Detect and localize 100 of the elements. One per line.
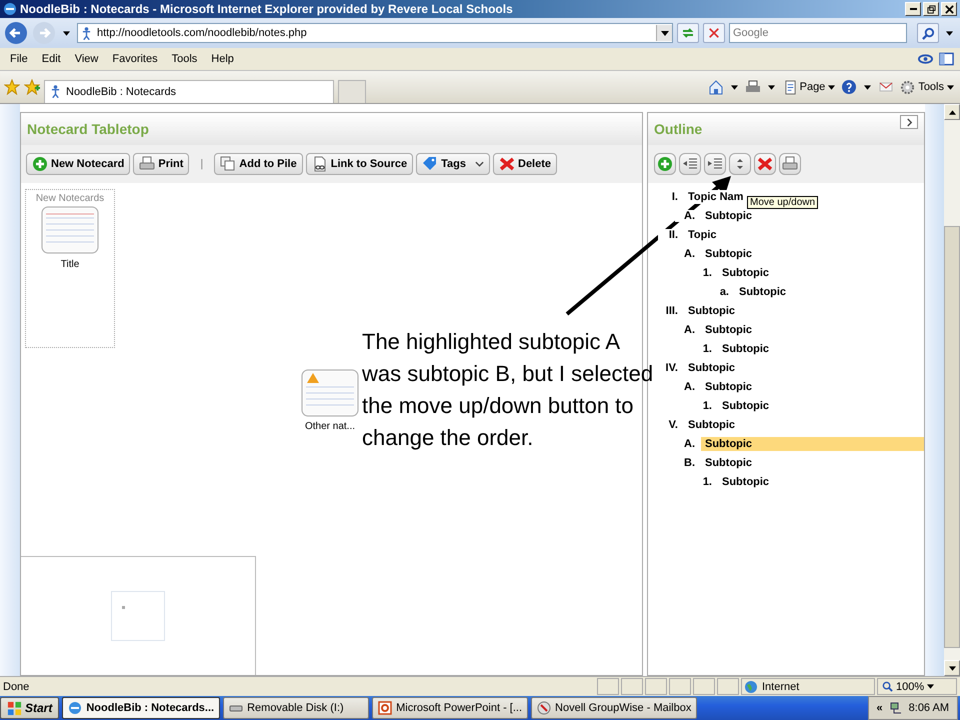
tags-button[interactable]: Tags <box>416 153 490 175</box>
plus-icon <box>657 156 673 172</box>
notecard-pile[interactable]: New Notecards Title <box>25 189 115 348</box>
scroll-up-button[interactable] <box>944 104 960 120</box>
scrollbar[interactable] <box>944 104 960 676</box>
start-button[interactable]: Start <box>0 697 60 719</box>
minimize-button[interactable] <box>905 2 921 16</box>
add-button[interactable] <box>654 153 676 175</box>
page-menu[interactable]: Page <box>782 80 838 94</box>
close-icon <box>944 4 954 14</box>
tray-toggle[interactable]: « <box>876 702 883 714</box>
taskbar-button[interactable]: NoodleBib : Notecards... <box>62 697 220 719</box>
card-title: Other nat... <box>304 421 356 432</box>
restore-icon <box>926 4 936 14</box>
tooltip: Move up/down <box>747 196 818 209</box>
print-button[interactable] <box>779 153 801 175</box>
link-button[interactable]: Link to Source <box>306 153 414 175</box>
back-button[interactable] <box>4 21 28 45</box>
plus-icon <box>32 156 48 172</box>
new-button[interactable]: New Notecard <box>26 153 130 175</box>
address-field[interactable]: http://noodletools.com/noodlebib/notes.php <box>77 23 673 43</box>
thumbnail <box>111 591 165 641</box>
gear-icon <box>900 80 916 94</box>
pile-label: New Notecards <box>36 193 104 204</box>
slides-icon <box>378 701 392 715</box>
add-star-icon[interactable] <box>24 79 40 95</box>
tag-icon <box>422 156 438 172</box>
refresh-button[interactable] <box>677 23 699 43</box>
browser-tab[interactable]: NoodleBib : Notecards <box>44 80 334 102</box>
caret-icon[interactable] <box>946 30 953 36</box>
taskbar-button[interactable]: Microsoft PowerPoint - [... <box>372 697 528 719</box>
panel-title: Outline <box>654 121 702 137</box>
caret-icon[interactable] <box>864 84 872 90</box>
taskbar-button[interactable]: Novell GroupWise - Mailbox <box>531 697 698 719</box>
close-icon <box>708 27 720 39</box>
delete-button[interactable]: Delete <box>493 153 558 175</box>
up-arrow-icon <box>948 110 956 114</box>
eye-icon[interactable] <box>918 52 933 66</box>
card-title: Title <box>60 259 80 270</box>
network-icon[interactable] <box>888 701 903 715</box>
close-button[interactable] <box>941 2 957 16</box>
scroll-down-button[interactable] <box>944 660 960 676</box>
taskbar-button[interactable]: Removable Disk (I:) <box>223 697 370 719</box>
caret-icon[interactable] <box>63 30 70 36</box>
security-zone: Internet <box>741 678 875 695</box>
panel-title: Notecard Tabletop <box>27 121 149 137</box>
menu-item[interactable]: Favorites <box>105 53 165 65</box>
star-icon[interactable] <box>4 79 20 95</box>
stop-button[interactable] <box>703 23 725 43</box>
clock: 8:06 AM <box>908 702 949 714</box>
figure-icon <box>51 85 60 98</box>
minimize-icon <box>910 8 916 10</box>
dropdown-button[interactable] <box>656 25 672 41</box>
caret-icon <box>927 684 934 689</box>
mail-app-icon <box>537 701 552 715</box>
menu-item[interactable]: File <box>3 53 35 65</box>
print-button[interactable]: Print <box>133 153 190 175</box>
scroll-thumb[interactable] <box>944 226 960 648</box>
window-title: NoodleBib : Notecards - Microsoft Internet Explorer provided by Revere Local Schools <box>20 2 513 16</box>
separator: | <box>199 158 204 170</box>
delete-icon <box>757 156 773 172</box>
browser-icon <box>68 701 82 715</box>
browser-icon <box>3 2 17 16</box>
tools-menu[interactable]: Tools <box>898 80 956 94</box>
search-field[interactable]: Google <box>729 23 907 43</box>
status-text: Done <box>3 680 30 692</box>
printer-icon <box>782 156 798 172</box>
restore-button[interactable] <box>923 2 939 16</box>
caret-icon[interactable] <box>730 84 738 90</box>
document-link-icon <box>312 156 328 172</box>
outdent-button[interactable] <box>679 153 701 175</box>
indent-button[interactable] <box>704 153 726 175</box>
printer-icon[interactable] <box>744 79 761 95</box>
home-icon[interactable] <box>708 79 724 95</box>
menu-item[interactable]: Tools <box>164 53 204 65</box>
printer-icon <box>139 156 156 172</box>
zoom-button[interactable]: 100% <box>877 678 957 695</box>
page-icon <box>784 80 797 94</box>
menu-item[interactable]: Edit <box>34 53 68 65</box>
delete-button[interactable] <box>754 153 776 175</box>
chevron-down-icon <box>475 161 484 167</box>
caret-icon <box>947 84 954 90</box>
figure-icon <box>82 26 91 40</box>
windows-flag-icon <box>7 700 22 716</box>
caret-icon[interactable] <box>768 84 775 90</box>
caret-icon <box>828 84 836 90</box>
move-button[interactable] <box>729 153 751 175</box>
search-icon <box>922 26 934 40</box>
menu-item[interactable]: View <box>68 53 106 65</box>
menu-item[interactable]: Help <box>204 53 241 65</box>
pile-button[interactable]: Add to Pile <box>214 153 303 175</box>
help-icon[interactable] <box>841 79 858 95</box>
refresh-icon <box>681 26 695 40</box>
magnifier-icon <box>882 681 893 692</box>
delete-icon <box>499 156 515 172</box>
chevron-right-icon <box>906 118 912 126</box>
search-button[interactable] <box>917 23 939 43</box>
collapse-button[interactable] <box>900 115 918 129</box>
window-icon[interactable] <box>939 52 954 66</box>
outline-item[interactable]: Subtopic <box>701 436 924 450</box>
